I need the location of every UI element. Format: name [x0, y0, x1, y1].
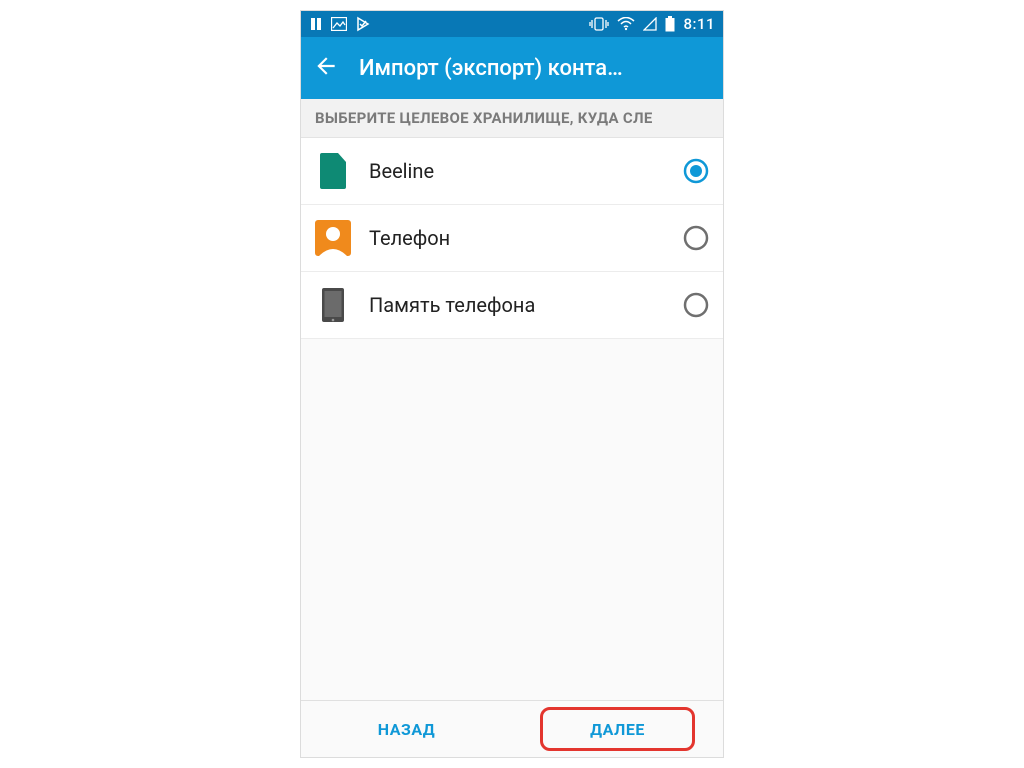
phone-frame: 8:11 Импорт (экспорт) конта… ВЫБЕРИТЕ ЦЕ…: [300, 10, 724, 758]
next-button[interactable]: ДАЛЕЕ: [512, 701, 723, 757]
storage-option-label: Память телефона: [369, 293, 665, 317]
storage-option-label: Телефон: [369, 226, 665, 250]
battery-icon: [665, 16, 675, 32]
storage-option-beeline[interactable]: Beeline: [301, 138, 723, 205]
next-button-label: ДАЛЕЕ: [590, 720, 645, 739]
check-arrow-icon: [355, 16, 371, 32]
status-clock: 8:11: [683, 15, 715, 33]
sim-icon: [315, 153, 351, 189]
storage-option-device-memory[interactable]: Память телефона: [301, 272, 723, 339]
wifi-icon: [617, 17, 635, 31]
bottom-bar: НАЗАД ДАЛЕЕ: [301, 700, 723, 757]
page-title: Импорт (экспорт) конта…: [359, 56, 623, 81]
radio-unselected-icon[interactable]: [683, 225, 709, 251]
contact-icon: [315, 220, 351, 256]
storage-option-phone[interactable]: Телефон: [301, 205, 723, 272]
pause-icon: [309, 17, 323, 31]
status-bar: 8:11: [301, 11, 723, 37]
back-button[interactable]: НАЗАД: [301, 701, 512, 757]
storage-option-label: Beeline: [369, 159, 665, 183]
device-icon: [315, 287, 351, 323]
radio-unselected-icon[interactable]: [683, 292, 709, 318]
empty-area: [301, 339, 723, 700]
back-button-label: НАЗАД: [378, 720, 435, 739]
app-bar: Импорт (экспорт) конта…: [301, 37, 723, 99]
vibrate-icon: [589, 17, 609, 31]
signal-icon: [643, 17, 657, 31]
storage-list: Beeline Телефон Память телефона: [301, 138, 723, 339]
back-arrow-icon[interactable]: [313, 53, 339, 83]
section-header: ВЫБЕРИТЕ ЦЕЛЕВОЕ ХРАНИЛИЩЕ, КУДА СЛЕ: [301, 99, 723, 138]
radio-selected-icon[interactable]: [683, 158, 709, 184]
image-icon: [331, 17, 347, 31]
